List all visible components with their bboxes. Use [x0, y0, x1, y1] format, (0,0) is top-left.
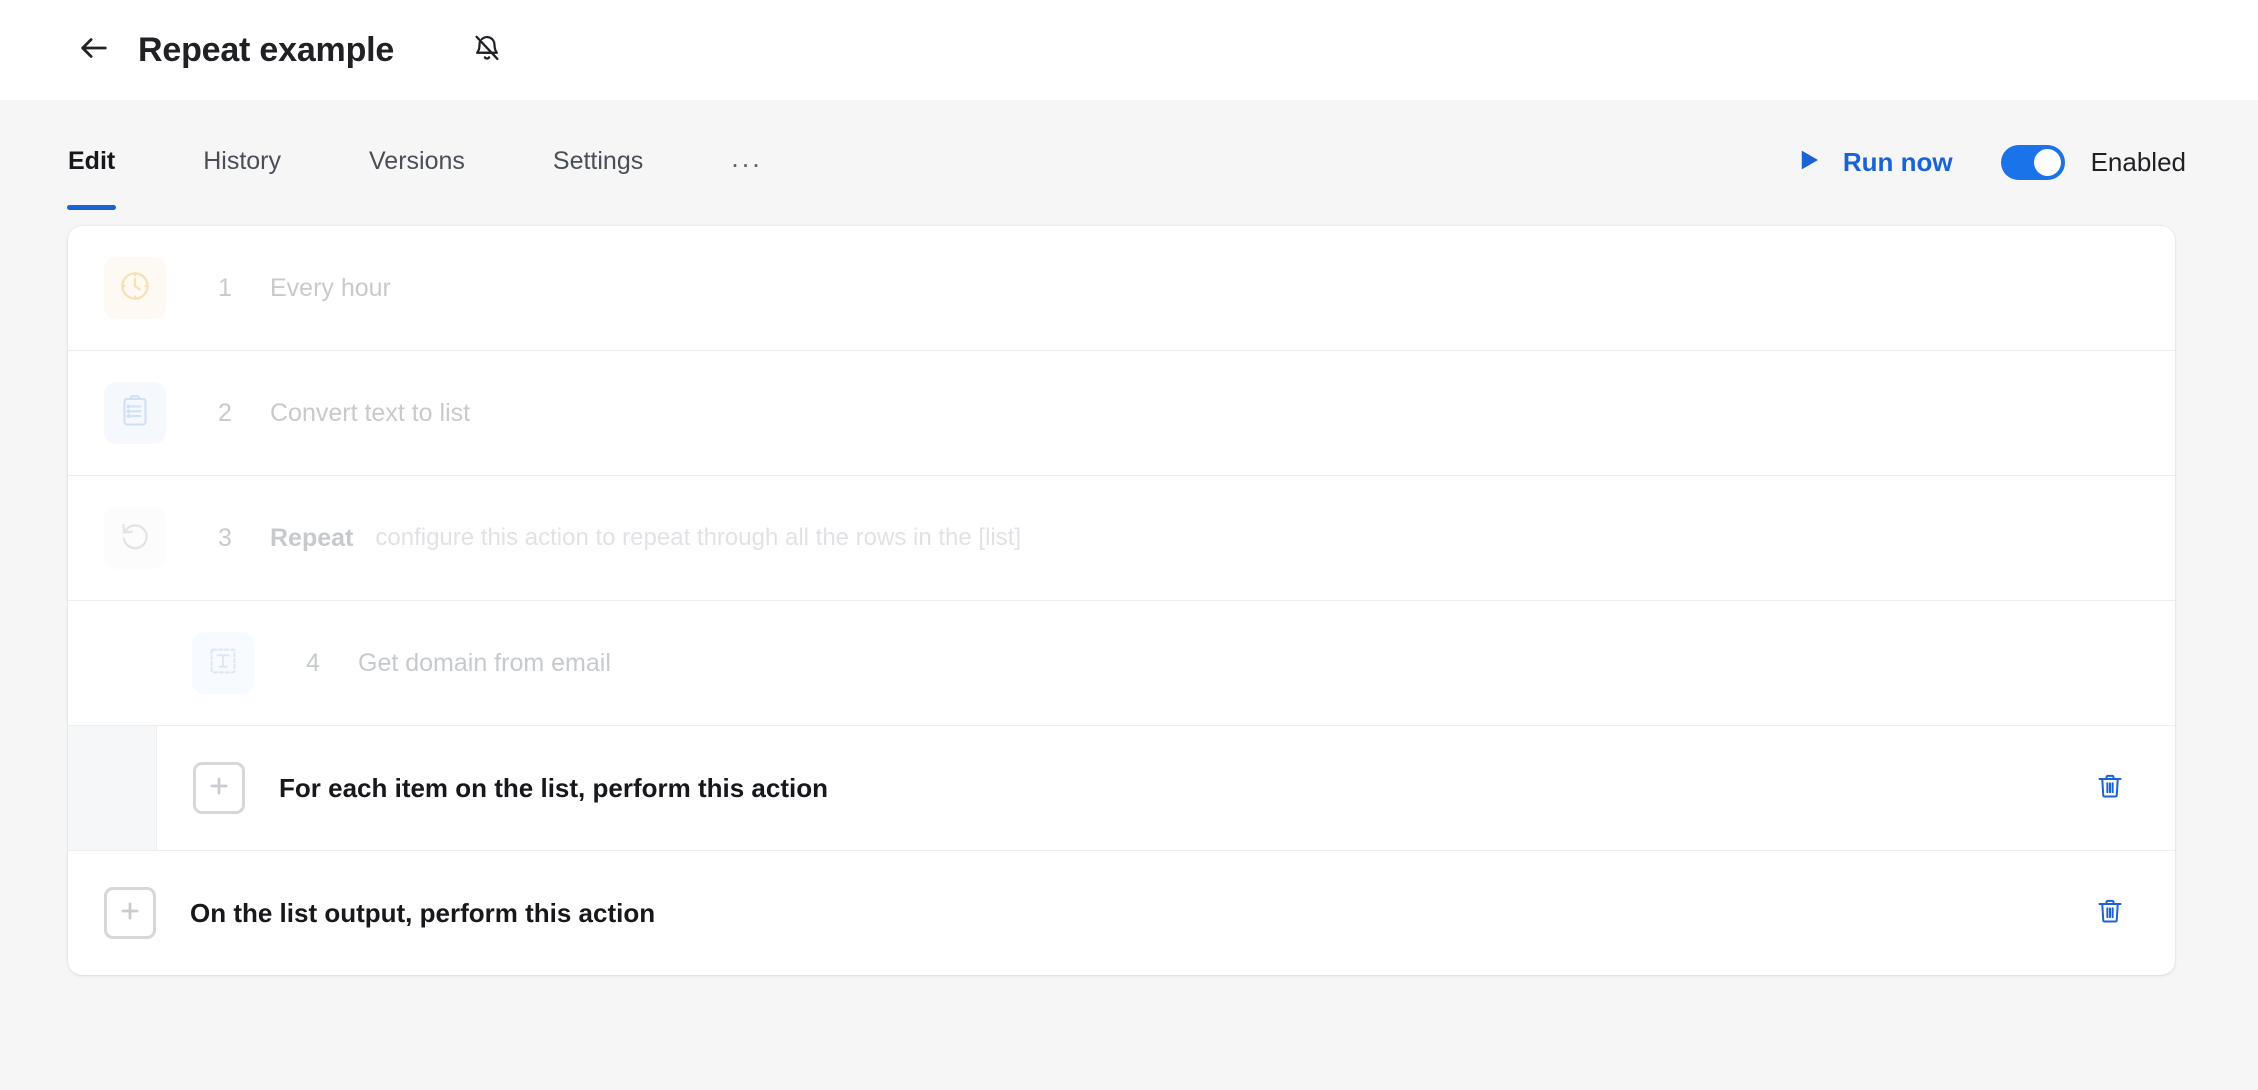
text-select-icon — [205, 643, 241, 684]
step-icon-tile — [104, 507, 166, 569]
toggle-knob — [2033, 149, 2061, 176]
repeat-rotate-icon — [117, 518, 153, 559]
delete-action-button[interactable] — [2087, 765, 2133, 811]
play-icon — [1793, 145, 1823, 180]
step-title: Convert text to list — [270, 398, 471, 427]
step-title: Get domain from email — [358, 648, 611, 677]
workflow-step-row[interactable]: 3 Repeat configure this action to repeat… — [68, 476, 2175, 601]
trash-icon — [2095, 896, 2125, 931]
add-action-content: On the list output, perform this action — [68, 851, 2175, 975]
step-icon-tile — [104, 257, 166, 319]
tab-list: Edit History Versions Settings ... — [66, 100, 763, 210]
add-action-label: For each item on the list, perform this … — [279, 772, 828, 803]
tab-bar: Edit History Versions Settings ... Run n… — [0, 100, 2258, 210]
tab-edit-label: Edit — [68, 147, 116, 175]
workflow-step-content: 2 Convert text to list — [68, 351, 2175, 475]
workflow-step-content: 1 Every hour — [68, 226, 2175, 350]
add-action-button[interactable] — [104, 887, 156, 939]
step-title: Every hour — [270, 273, 391, 302]
add-action-row: For each item on the list, perform this … — [68, 726, 2175, 851]
trash-icon — [2095, 771, 2125, 806]
step-title: Repeat — [270, 523, 354, 552]
arrow-left-icon — [77, 31, 111, 70]
clock-icon — [117, 268, 153, 309]
enabled-toggle[interactable] — [2000, 145, 2065, 180]
workflow-step-row[interactable]: 4 Get domain from email — [68, 601, 2175, 726]
bell-off-icon — [471, 32, 503, 69]
step-number: 2 — [218, 398, 232, 427]
workflow-card: 1 Every hour 2 Convert text to list 3 Re… — [68, 226, 2175, 975]
add-action-content: For each item on the list, perform this … — [157, 726, 2175, 850]
add-action-button[interactable] — [193, 762, 245, 814]
clipboard-list-icon — [117, 393, 153, 434]
run-now-label: Run now — [1842, 147, 1953, 177]
step-number: 4 — [306, 648, 320, 677]
back-button[interactable] — [72, 28, 116, 72]
page-title: Repeat example — [138, 30, 395, 69]
nesting-gutter — [68, 726, 157, 850]
tab-bar-actions: Run now Enabled — [1793, 145, 2186, 210]
run-now-button[interactable]: Run now — [1793, 145, 1953, 180]
step-number: 3 — [218, 523, 232, 552]
enabled-toggle-label: Enabled — [2090, 147, 2186, 177]
tab-settings-label: Settings — [552, 147, 644, 175]
tab-history-label: History — [203, 147, 282, 175]
workflow-step-content: 3 Repeat configure this action to repeat… — [68, 476, 2175, 600]
plus-square-icon — [117, 898, 143, 929]
tab-versions-label: Versions — [369, 147, 465, 175]
step-number: 1 — [218, 273, 232, 302]
add-action-row: On the list output, perform this action — [68, 851, 2175, 975]
workflow-step-content: 4 Get domain from email — [68, 601, 2175, 725]
tab-settings[interactable]: Settings — [553, 147, 643, 210]
tab-history[interactable]: History — [203, 147, 281, 210]
tab-overflow-button[interactable]: ... — [731, 143, 763, 210]
add-action-label: On the list output, perform this action — [190, 897, 656, 928]
workflow-step-row[interactable]: 2 Convert text to list — [68, 351, 2175, 476]
app-header: Repeat example — [0, 0, 2258, 100]
delete-action-button[interactable] — [2087, 890, 2133, 936]
workflow-step-row[interactable]: 1 Every hour — [68, 226, 2175, 351]
tab-versions[interactable]: Versions — [369, 147, 465, 210]
step-icon-tile — [104, 382, 166, 444]
notifications-button[interactable] — [464, 27, 510, 73]
step-icon-tile — [192, 632, 254, 694]
step-subtitle: configure this action to repeat through … — [375, 524, 1022, 551]
tab-edit[interactable]: Edit — [66, 147, 117, 210]
plus-square-icon — [206, 773, 232, 804]
